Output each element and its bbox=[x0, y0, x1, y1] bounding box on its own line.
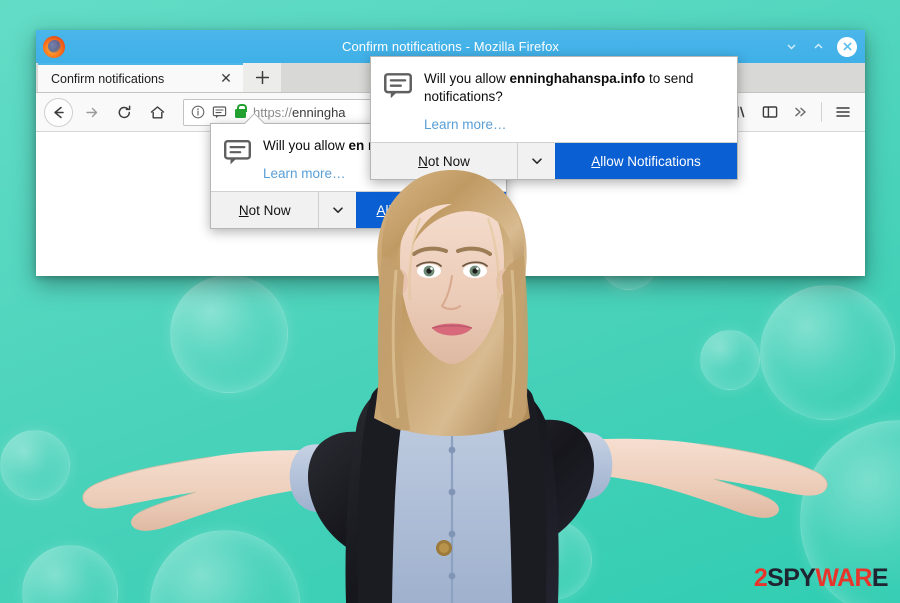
allow-rest: llow Notifications bbox=[600, 153, 701, 169]
bubble-decoration bbox=[150, 530, 300, 603]
popup-domain: en bbox=[348, 138, 365, 153]
window-controls bbox=[783, 36, 857, 57]
maximize-button[interactable] bbox=[810, 39, 826, 55]
overflow-chevrons-icon[interactable] bbox=[786, 97, 815, 127]
speech-bubble-icon bbox=[383, 71, 413, 132]
tab-close-icon[interactable]: ✕ bbox=[217, 70, 235, 88]
back-button[interactable] bbox=[44, 97, 73, 127]
not-now-rest: ot Now bbox=[248, 202, 291, 218]
forward-button[interactable] bbox=[76, 97, 106, 127]
padlock-icon[interactable] bbox=[232, 104, 248, 120]
watermark-part-3: WAR bbox=[815, 564, 872, 592]
not-now-accesskey: N bbox=[238, 202, 249, 218]
watermark-part-1: 2 bbox=[753, 564, 768, 592]
popup-footer: Not Now Allow Notifications bbox=[211, 191, 506, 229]
url-host: enningha bbox=[292, 104, 346, 120]
allow-notifications-button[interactable]: Allow Notifications bbox=[356, 192, 506, 229]
learn-more-link[interactable]: Learn more… bbox=[424, 117, 723, 132]
tab-label: Confirm notifications bbox=[51, 71, 165, 86]
toolbar-divider bbox=[821, 102, 822, 122]
hamburger-menu-icon[interactable] bbox=[828, 97, 857, 127]
speech-bubble-icon bbox=[223, 138, 252, 181]
not-now-button[interactable]: Not Now bbox=[211, 192, 319, 229]
not-now-rest: ot Now bbox=[427, 153, 470, 169]
toolbar-right-icons bbox=[724, 97, 857, 127]
popup-dropdown-button[interactable] bbox=[318, 192, 357, 229]
reload-button[interactable] bbox=[109, 97, 139, 127]
popup-domain: enninghahanspa.info bbox=[509, 71, 646, 86]
bubble-decoration bbox=[0, 430, 70, 500]
tab-confirm-notifications[interactable]: Confirm notifications ✕ bbox=[38, 63, 243, 92]
popup-message: Will you allow enninghahanspa.info to se… bbox=[424, 71, 694, 105]
watermark-2spyware: 2SPYWARE bbox=[753, 564, 889, 592]
bubble-decoration bbox=[700, 330, 760, 390]
minimize-button[interactable] bbox=[783, 39, 799, 55]
firefox-logo-icon bbox=[43, 35, 65, 58]
bubble-decoration bbox=[512, 520, 592, 600]
watermark-part-4: E bbox=[871, 564, 889, 592]
allow-accesskey: A bbox=[591, 153, 601, 169]
home-button[interactable] bbox=[142, 97, 172, 127]
popup-dropdown-button[interactable] bbox=[517, 143, 555, 180]
allow-accesskey: A bbox=[376, 202, 386, 218]
bubble-decoration bbox=[22, 545, 118, 603]
window-title: Confirm notifications - Mozilla Firefox bbox=[341, 39, 560, 54]
not-now-accesskey: N bbox=[418, 153, 428, 169]
allow-notifications-button[interactable]: Allow Notifications bbox=[555, 143, 737, 180]
url-text: https://enningha bbox=[253, 105, 346, 120]
new-tab-button[interactable] bbox=[243, 63, 281, 92]
notification-permission-icon[interactable] bbox=[211, 104, 227, 120]
close-button[interactable] bbox=[837, 36, 857, 57]
info-circle-icon[interactable] bbox=[190, 104, 206, 120]
not-now-button[interactable]: Not Now bbox=[371, 143, 517, 180]
popup-footer: Not Now Allow Notifications bbox=[371, 142, 737, 180]
watermark-part-2: SPY bbox=[767, 564, 816, 592]
bubble-decoration bbox=[760, 285, 895, 420]
sidebar-icon[interactable] bbox=[755, 97, 784, 127]
notification-permission-popup-front: Will you allow enninghahanspa.info to se… bbox=[370, 56, 738, 181]
popup-body: Will you allow enninghahanspa.info to se… bbox=[371, 57, 737, 143]
bubble-decoration bbox=[170, 275, 288, 393]
allow-rest: llow Notifications bbox=[385, 202, 486, 218]
